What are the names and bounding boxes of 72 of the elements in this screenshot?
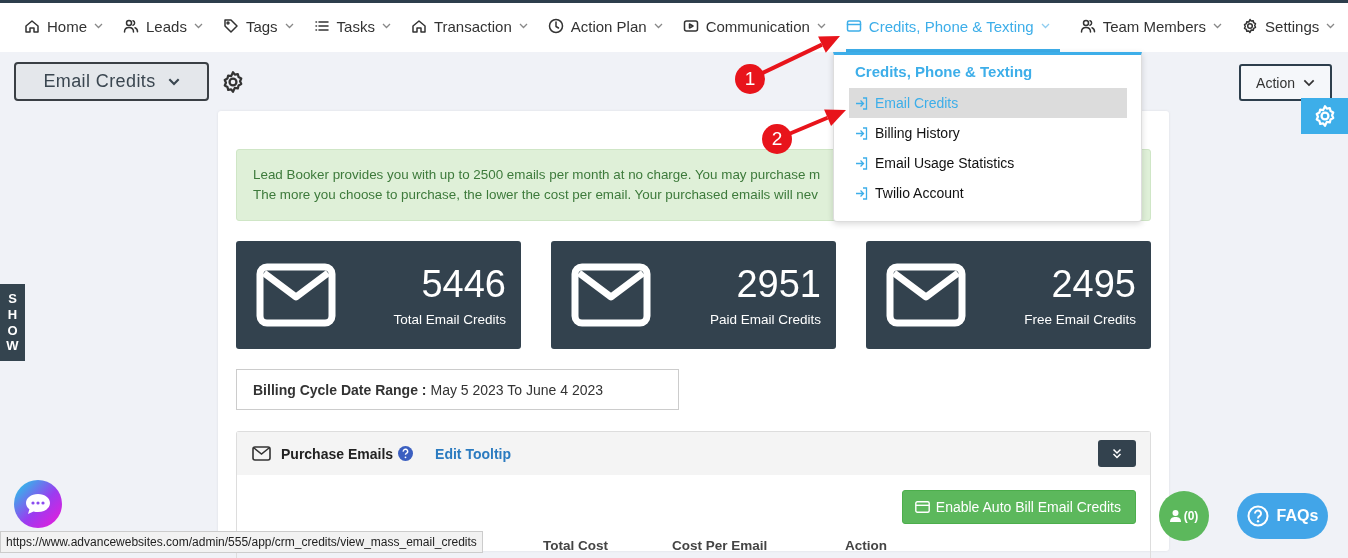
chevron-down-icon bbox=[284, 23, 294, 29]
chevron-down-icon bbox=[518, 23, 528, 29]
dropdown-item[interactable]: Billing History bbox=[849, 118, 1127, 148]
dropdown-title: Credits, Phone & Texting bbox=[855, 63, 1034, 80]
stat-value: 5446 bbox=[420, 263, 506, 304]
tag-icon bbox=[222, 18, 239, 34]
envelope-icon bbox=[252, 446, 271, 461]
chevron-down-icon bbox=[816, 23, 826, 29]
chevron-down-icon bbox=[1213, 23, 1223, 29]
gear-icon bbox=[1242, 18, 1259, 34]
play-icon bbox=[682, 18, 699, 34]
sign-in-icon bbox=[855, 156, 868, 170]
nav-tab[interactable]: Settings bbox=[1242, 3, 1336, 52]
panel-title: Purchase Emails bbox=[281, 445, 394, 462]
nav-tab[interactable]: Communication bbox=[682, 3, 826, 52]
double-chevron-icon bbox=[1112, 448, 1122, 459]
chevron-down-icon bbox=[1040, 23, 1050, 29]
chevron-down-icon bbox=[1326, 23, 1336, 29]
help-icon bbox=[1246, 505, 1269, 527]
help-icon[interactable] bbox=[398, 446, 414, 461]
stat-label: Total Email Credits bbox=[393, 311, 506, 327]
alert-text: Lead Booker provides you with up to 2500 emails per month at no charge. You may purchase m bbox=[253, 166, 821, 184]
card-icon bbox=[845, 18, 862, 34]
status-url: https://www.advancewebsites.com/admin/555/app/crm_credits/view_mass_email_credits bbox=[0, 531, 483, 553]
envelope-icon bbox=[256, 263, 336, 327]
column-header: Action bbox=[845, 538, 887, 553]
chevron-down-icon bbox=[167, 77, 180, 86]
edit-tooltip-link[interactable]: Edit Tooltip bbox=[435, 445, 511, 462]
nav-tab[interactable]: Transaction bbox=[410, 3, 528, 52]
step-badge: 1 bbox=[735, 64, 765, 94]
chevron-down-icon bbox=[1303, 78, 1315, 87]
envelope-icon bbox=[571, 263, 651, 327]
billing-value: May 5 2023 To June 4 2023 bbox=[430, 381, 604, 398]
column-header: Total Cost bbox=[543, 538, 609, 553]
stat-value: 2495 bbox=[1050, 263, 1136, 304]
dropdown-item[interactable]: Twilio Account bbox=[849, 178, 1127, 208]
nav-tab[interactable]: Leads bbox=[123, 3, 203, 52]
column-header: Cost Per Email bbox=[672, 538, 769, 553]
billing-label: Billing Cycle Date Range : bbox=[253, 381, 427, 398]
nav-tab[interactable]: Tags bbox=[222, 3, 294, 52]
alert-text: The more you choose to purchase, the lower the cost per email. Your purchased emails will nev bbox=[253, 186, 818, 204]
settings-icon[interactable] bbox=[221, 69, 245, 94]
chat-button[interactable] bbox=[14, 480, 62, 528]
people-icon bbox=[123, 18, 139, 34]
page-menu-button[interactable]: Email Credits bbox=[14, 62, 209, 101]
chevron-down-icon bbox=[381, 23, 391, 29]
stat-label: Free Email Credits bbox=[1024, 311, 1136, 327]
nav-tab[interactable]: Home bbox=[24, 3, 103, 52]
clock-icon bbox=[547, 18, 564, 34]
nav-tab[interactable]: Action Plan bbox=[547, 3, 663, 52]
stat-value: 2951 bbox=[735, 263, 821, 304]
show-side-tab[interactable]: SHOW bbox=[0, 284, 25, 361]
chevron-down-icon bbox=[94, 23, 103, 29]
action-button[interactable]: Action bbox=[1239, 64, 1332, 101]
collapse-button[interactable] bbox=[1098, 440, 1136, 467]
chat-bubble-icon bbox=[24, 492, 52, 516]
house-icon bbox=[410, 18, 427, 34]
nav-tab[interactable]: Team Members bbox=[1079, 3, 1223, 52]
card-icon bbox=[914, 501, 930, 513]
sign-in-icon bbox=[855, 126, 868, 140]
chevron-down-icon bbox=[193, 23, 203, 29]
stat-label: Paid Email Credits bbox=[709, 311, 821, 327]
dropdown-item[interactable]: Email Usage Statistics bbox=[849, 148, 1127, 178]
home-icon bbox=[24, 18, 40, 34]
sign-in-icon bbox=[855, 186, 868, 200]
nav-tab[interactable]: Tasks bbox=[313, 3, 391, 52]
list-icon bbox=[313, 18, 330, 34]
person-icon bbox=[1169, 510, 1181, 522]
envelope-icon bbox=[886, 263, 966, 327]
people-icon bbox=[1079, 18, 1096, 34]
chevron-down-icon bbox=[653, 23, 663, 29]
sign-in-icon bbox=[855, 96, 868, 110]
